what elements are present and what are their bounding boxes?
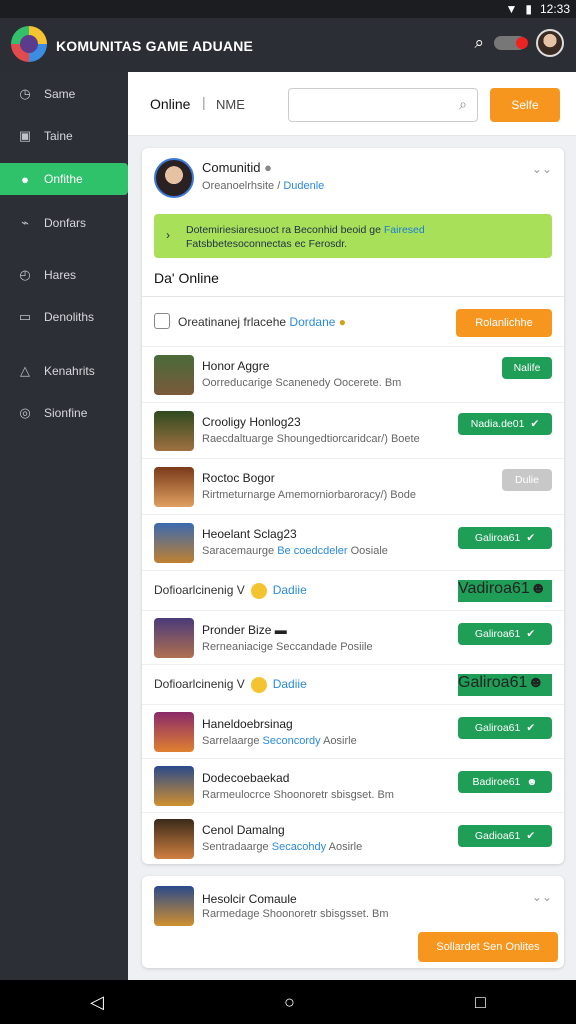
game-thumbnail [154, 766, 194, 806]
game-thumbnail [154, 712, 194, 752]
row-action-button[interactable]: Galiroa61☻ [458, 674, 552, 696]
list-header: Oreatinanej frlacehe Dordane ● Rolanlich… [142, 297, 564, 347]
wifi-icon: ▼ [505, 2, 518, 16]
game-thumbnail [154, 819, 194, 859]
settings-icon: ◎ [19, 405, 31, 420]
back-icon[interactable]: ◁ [90, 992, 104, 1013]
main-content: Online | NME ⌕ Selfe Comunitid ● Oreanoe… [128, 72, 576, 980]
emoji-icon [250, 583, 267, 599]
status-bar: ▼ ▮ 12:33 [0, 0, 576, 18]
community-card: Comunitid ● Oreanoelrhsite / Dudenle ⌄⌄ … [142, 148, 564, 864]
check-icon: ✔ [526, 722, 536, 734]
emoji-icon [250, 677, 267, 693]
emoji-icon: ☻ [526, 776, 538, 788]
sidebar-item-denoliths[interactable]: ▭ Denoliths [0, 301, 128, 333]
check-icon: ✔ [530, 418, 540, 430]
sidebar-item-sionfine[interactable]: ◎ Sionfine [0, 397, 128, 429]
game-thumbnail [154, 411, 194, 451]
search-icon: ⌕ [459, 96, 467, 112]
sidebar-item-hares[interactable]: ◴ Hares [0, 259, 128, 291]
list-item[interactable]: Cenol Damalng Sentradaarge Secacohdy Aos… [142, 813, 564, 865]
banner-link[interactable]: Fairesed [384, 224, 425, 236]
game-thumbnail [154, 618, 194, 658]
list-item[interactable]: Haneldoebrsinag Sarrelaarge Seconcordy A… [142, 705, 564, 759]
clock-icon: ◴ [19, 267, 31, 282]
sidebar: ◷ Same ▣ Taine ● Onfithe ⌁ Donfars ◴ Hares ▭ D… [0, 72, 128, 980]
list-item[interactable]: Honor Aggre Oorreducarige Scanenedy Ooce… [142, 347, 564, 403]
tab-name[interactable]: NME [216, 97, 245, 112]
tab-divider: | [202, 94, 206, 110]
row-action-button[interactable]: Badiroe61 ☻ [458, 771, 552, 793]
row-action-button[interactable]: Galiroa61 ✔ [458, 623, 552, 645]
clock-icon: ◷ [19, 86, 31, 101]
check-icon: ✔ [526, 532, 536, 544]
badge-icon: ▬ [274, 623, 287, 637]
list-subrow: Dofioarlcinenig V Dadiie Galiroa61☻ [142, 665, 564, 705]
alert-icon: △ [20, 363, 30, 378]
badge-icon: ● [338, 315, 347, 329]
row-action-button[interactable]: Gadioa61 ✔ [458, 825, 552, 847]
list-item[interactable]: Roctoc Bogor Rirtmeturnarge Amemorniorba… [142, 459, 564, 515]
row-action-button[interactable]: Vadiroa61☻ [458, 580, 552, 602]
close-icon[interactable]: ⌄⌄ [532, 890, 552, 904]
app-logo [11, 26, 47, 62]
tab-online[interactable]: Online [150, 96, 190, 112]
row-action-button[interactable]: Galiroa61 ✔ [458, 717, 552, 739]
row-action-button[interactable]: Dulie [502, 469, 552, 491]
close-icon[interactable]: ⌄⌄ [532, 162, 552, 176]
header-link[interactable]: Dordane [289, 315, 335, 329]
section-title: Da' Online [154, 270, 219, 286]
recents-icon[interactable]: □ [475, 992, 486, 1013]
row-action-button[interactable]: Nadia.de01 ✔ [458, 413, 552, 435]
card-title: Comunitid ● [202, 160, 273, 175]
card2-action-button[interactable]: Sollardet Sen Onlites [418, 932, 558, 962]
secondary-card: Hesolcir Comaule Rarmedage Shoonoretr sb… [142, 876, 564, 968]
game-thumbnail [154, 355, 194, 395]
sidebar-item-donfars[interactable]: ⌁ Donfars [0, 207, 128, 239]
calendar-icon: ▣ [18, 128, 32, 143]
list-subrow: Dofioarlcinenig V Dadiie Vadiroa61☻ [142, 571, 564, 611]
user-icon: ● [21, 171, 29, 187]
card-subtitle-link[interactable]: Dudenle [283, 180, 324, 192]
clock-time: 12:33 [539, 2, 570, 16]
game-thumbnail [154, 467, 194, 507]
card-subtitle: Oreanoelrhsite / Dudenle [202, 180, 325, 192]
avatar[interactable] [536, 29, 564, 57]
emoji-icon: ☻ [527, 674, 545, 691]
search-icon[interactable]: ⌕ [474, 33, 484, 53]
list-item[interactable]: Pronder Bize ▬ Rerneaniacige Seccandade … [142, 611, 564, 665]
battery-icon: ▮ [525, 2, 532, 16]
emoji-icon: ☻ [529, 580, 547, 597]
sidebar-item-taine[interactable]: ▣ Taine [0, 120, 128, 152]
game-thumbnail [154, 523, 194, 563]
sidebar-item-same[interactable]: ◷ Same [0, 78, 128, 110]
top-strip: Online | NME ⌕ Selfe [128, 72, 576, 136]
home-icon[interactable]: ○ [284, 992, 295, 1013]
select-button[interactable]: Selfe [490, 88, 560, 122]
app-title: KOMUNITAS GAME ADUANE [56, 38, 254, 54]
check-icon: ✔ [526, 628, 536, 640]
header-button[interactable]: Rolanlichhe [456, 309, 552, 337]
notification-icon[interactable] [494, 36, 528, 50]
row-action-button[interactable]: Nalife [502, 357, 552, 379]
chevron-right-icon: › [166, 228, 170, 242]
sidebar-item-kenahrits[interactable]: △ Kenahrits [0, 355, 128, 387]
online-list: Oreatinanej frlacehe Dordane ● Rolanlich… [142, 296, 564, 864]
sidebar-item-onfithe[interactable]: ● Onfithe [0, 163, 128, 195]
app-bar: KOMUNITAS GAME ADUANE ⌕ [0, 18, 576, 72]
list-item[interactable]: Crooligy Honlog23 Raecdaltuarge Shounged… [142, 403, 564, 459]
list-item[interactable]: Dodecoebaekad Rarmeulocrce Shoonoretr sb… [142, 759, 564, 813]
checkbox-icon[interactable] [154, 313, 170, 329]
list-item[interactable]: Heoelant Sclag23 Saracemaurge Be coedcde… [142, 515, 564, 571]
game-thumbnail [154, 886, 194, 926]
check-icon: ✔ [526, 830, 536, 842]
avatar [154, 158, 194, 198]
search-input[interactable]: ⌕ [288, 88, 478, 122]
stats-icon: ⌁ [21, 215, 29, 230]
banner: › Dotemiriesiaresuoct ra Beconhid beoid … [154, 214, 552, 258]
row-action-button[interactable]: Galiroa61 ✔ [458, 527, 552, 549]
info-icon: ● [264, 160, 273, 175]
system-nav-bar: ◁ ○ □ [0, 980, 576, 1024]
mail-icon: ▭ [18, 309, 32, 324]
